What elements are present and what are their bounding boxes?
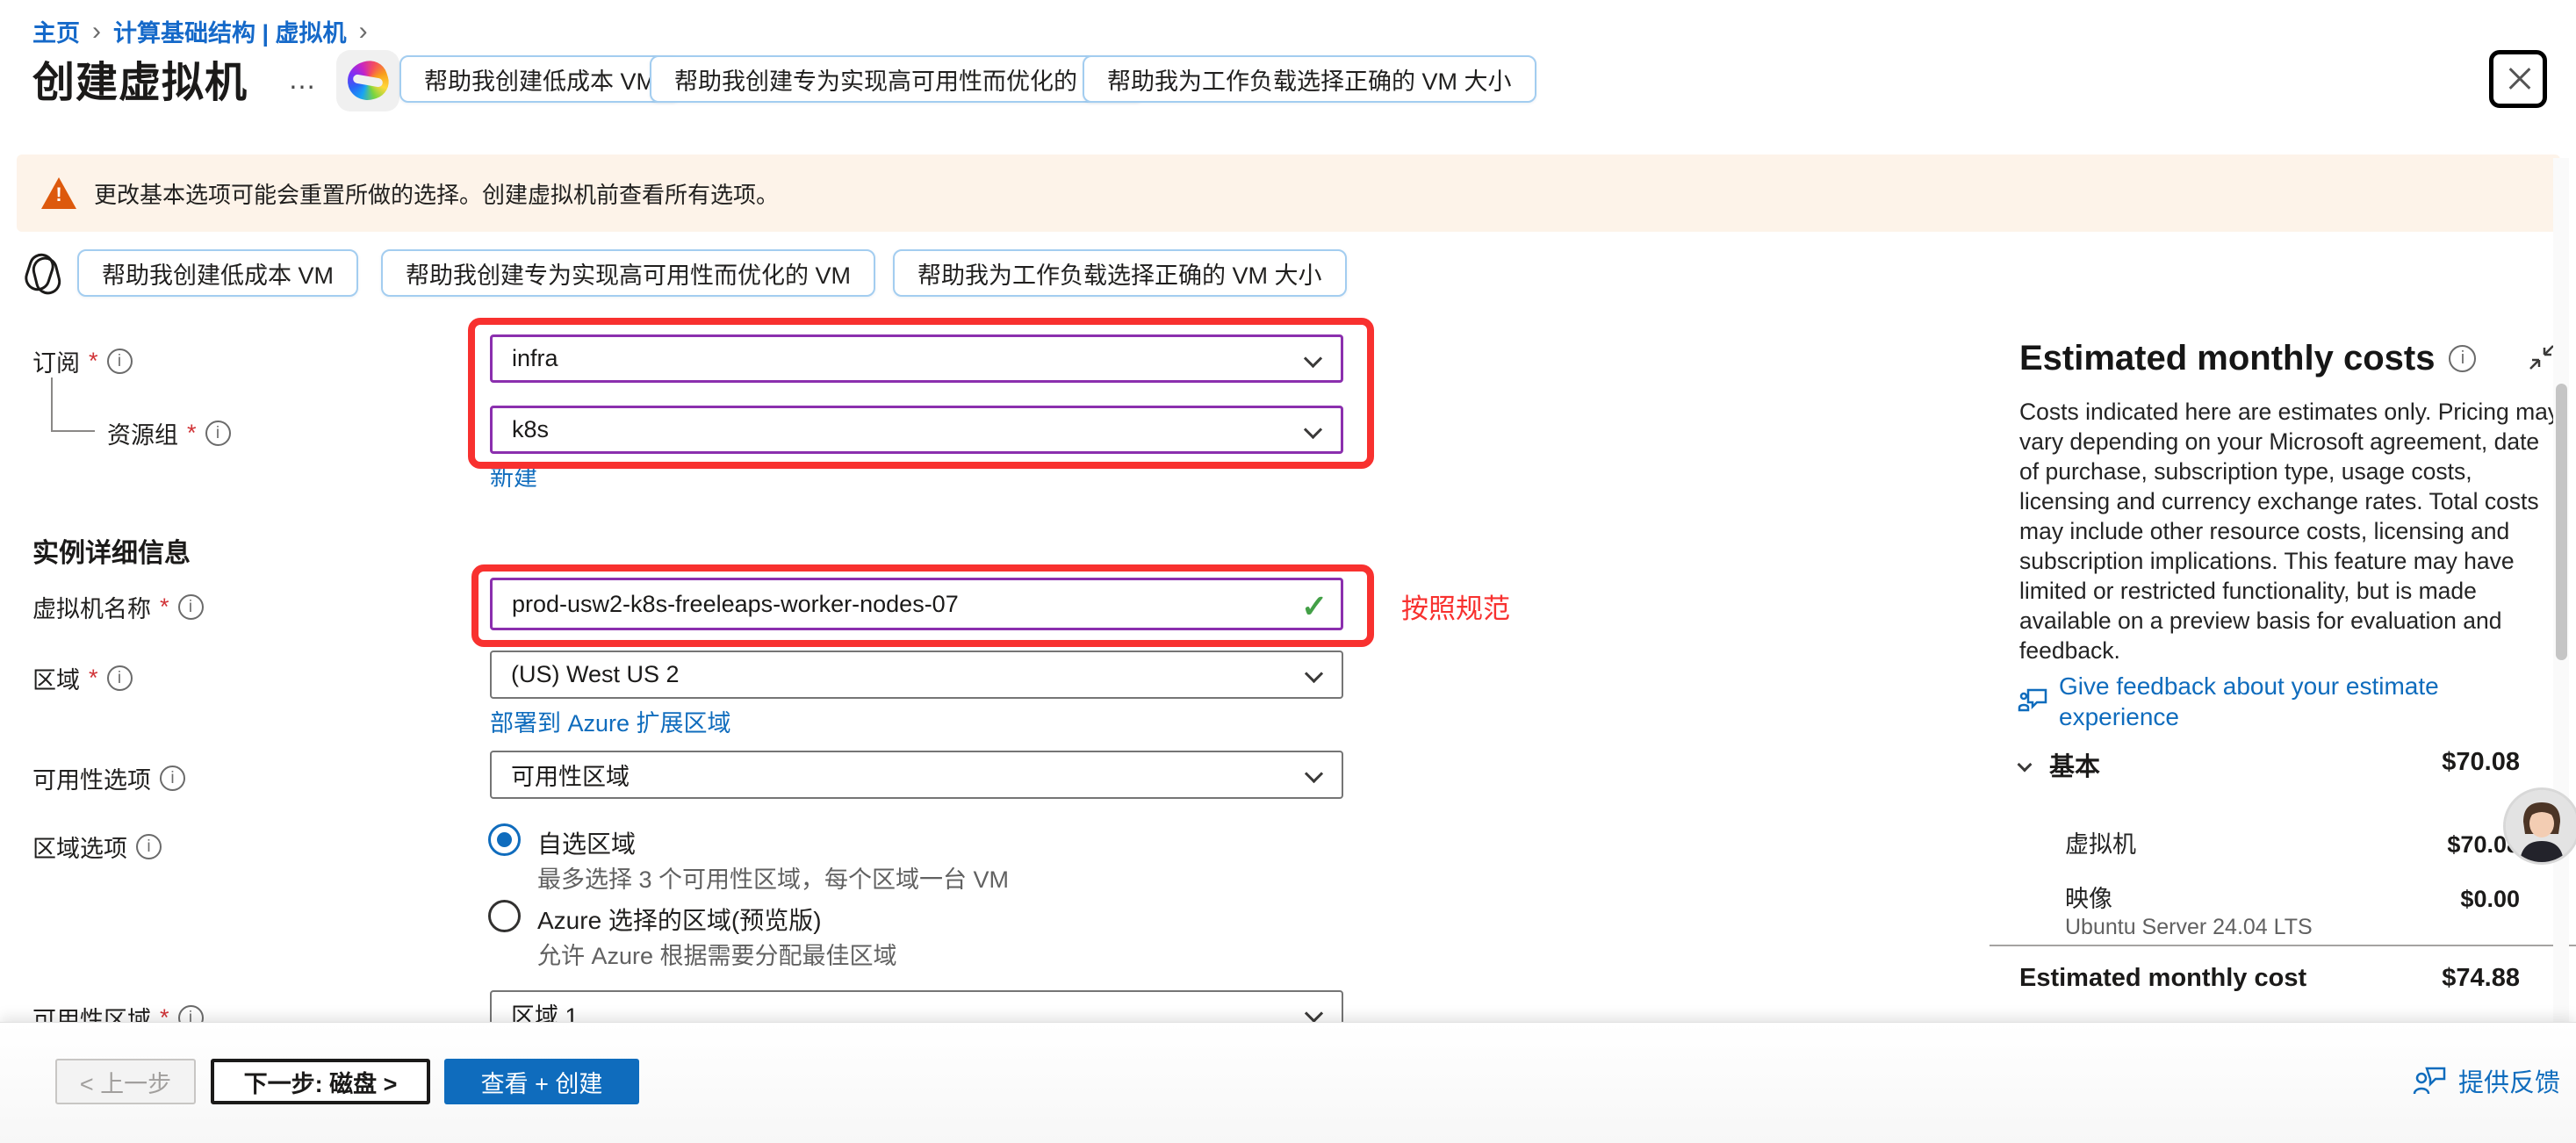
cost-group-label: 基本: [2049, 746, 2100, 783]
radio-azure-selected-zones-desc: 允许 Azure 根据需要分配最佳区域: [537, 937, 897, 971]
cost-group-amount: $70.08: [2442, 748, 2520, 777]
suggestion-low-cost-vm-button[interactable]: 帮助我创建低成本 VM: [399, 55, 680, 103]
availability-options-dropdown[interactable]: 可用性区域: [490, 751, 1343, 799]
info-icon[interactable]: i: [2449, 345, 2476, 372]
radio-self-selected-zones-desc: 最多选择 3 个可用性区域，每个区域一台 VM: [537, 860, 1009, 895]
create-vm-page: 主页 › 计算基础结构 | 虚拟机 › 创建虚拟机 … 帮助我创建低成本 VM …: [0, 0, 2576, 1143]
cost-item-label: 映像: [2065, 880, 2112, 914]
valid-check-icon: ✓: [1301, 588, 1328, 625]
resource-group-label: 资源组* i: [107, 416, 231, 450]
cost-group-row[interactable]: 基本 $70.08: [2019, 746, 2520, 783]
suggestion-right-size-button[interactable]: 帮助我为工作负载选择正确的 VM 大小: [1083, 55, 1536, 103]
review-create-button[interactable]: 查看 + 创建: [444, 1059, 639, 1104]
required-asterisk: *: [89, 348, 98, 375]
region-label: 区域* i: [32, 661, 133, 695]
cost-total-row: Estimated monthly cost $74.88: [2019, 964, 2520, 993]
required-asterisk: *: [187, 420, 197, 447]
cost-item-row: 映像 $0.00: [2065, 880, 2520, 914]
copilot-button[interactable]: [336, 50, 399, 111]
required-asterisk: *: [89, 665, 98, 692]
info-icon[interactable]: i: [178, 594, 204, 620]
scrollbar-thumb[interactable]: [2556, 384, 2567, 660]
cost-total-label: Estimated monthly cost: [2019, 964, 2306, 993]
availability-options-label: 可用性选项 i: [32, 761, 185, 795]
info-icon[interactable]: i: [205, 421, 231, 446]
breadcrumb-link-compute-vm[interactable]: 计算基础结构 | 虚拟机: [113, 14, 347, 48]
zone-options-label: 区域选项 i: [32, 830, 162, 864]
cost-panel-title: Estimated monthly costs i: [2019, 339, 2476, 378]
region-dropdown[interactable]: (US) West US 2: [490, 651, 1343, 699]
person-feedback-icon: [2413, 1065, 2446, 1096]
give-feedback-link[interactable]: 提供反馈: [2413, 1062, 2560, 1099]
warning-banner: ! 更改基本选项可能会重置所做的选择。创建虚拟机前查看所有选项。: [17, 155, 2560, 232]
next-step-disks-button[interactable]: 下一步: 磁盘 >: [211, 1059, 430, 1104]
warning-banner-text: 更改基本选项可能会重置所做的选择。创建虚拟机前查看所有选项。: [94, 177, 779, 210]
info-icon[interactable]: i: [160, 766, 185, 791]
vm-name-input[interactable]: [490, 578, 1343, 630]
info-icon[interactable]: i: [136, 834, 162, 859]
breadcrumb: 主页 › 计算基础结构 | 虚拟机 ›: [32, 14, 368, 48]
suggestion-low-cost-vm-button-2[interactable]: 帮助我创建低成本 VM: [77, 249, 358, 297]
cost-item-sub-label: Ubuntu Server 24.04 LTS: [2065, 915, 2313, 940]
cost-item-amount: $0.00: [2460, 886, 2520, 913]
cost-item-label: 虚拟机: [2065, 825, 2136, 859]
page-title: 创建虚拟机: [32, 47, 248, 109]
chevron-down-icon: [2018, 758, 2033, 773]
breadcrumb-link-home[interactable]: 主页: [32, 14, 80, 48]
feedback-bubbles-icon: [2016, 683, 2051, 722]
radio-azure-selected-zones-label[interactable]: Azure 选择的区域(预览版): [537, 902, 822, 937]
resource-group-dropdown[interactable]: k8s: [490, 406, 1343, 454]
chevron-down-icon: [1305, 665, 1323, 683]
suggestion-high-availability-button-2[interactable]: 帮助我创建专为实现高可用性而优化的 VM: [381, 249, 875, 297]
extended-zone-link[interactable]: 部署到 Azure 扩展区域: [490, 704, 731, 738]
vm-name-label: 虚拟机名称* i: [32, 590, 204, 624]
annotation-text: 按照规范: [1401, 586, 1510, 626]
assistant-avatar[interactable]: [2503, 787, 2576, 865]
collapse-panel-icon[interactable]: [2527, 342, 2557, 377]
more-options-button[interactable]: …: [288, 63, 319, 96]
create-new-resource-group-link[interactable]: 新建: [490, 458, 537, 492]
cost-total-amount: $74.88: [2442, 964, 2520, 993]
estimate-feedback-link[interactable]: Give feedback about your estimate experi…: [2059, 671, 2559, 732]
subscription-dropdown[interactable]: infra: [490, 334, 1343, 383]
suggestion-right-size-button-2[interactable]: 帮助我为工作负载选择正确的 VM 大小: [893, 249, 1347, 297]
breadcrumb-separator-icon: ›: [92, 17, 101, 47]
warning-icon: !: [41, 177, 76, 209]
chevron-down-icon: [1305, 1004, 1323, 1023]
hierarchy-connector-line: [51, 377, 95, 432]
cost-item-row: 虚拟机 $70.08: [2065, 825, 2520, 859]
instance-details-section-title: 实例详细信息: [32, 531, 191, 570]
copilot-outline-icon[interactable]: [23, 251, 63, 301]
previous-step-button[interactable]: < 上一步: [55, 1059, 196, 1104]
radio-self-selected-zones-label[interactable]: 自选区域: [537, 825, 636, 860]
suggestion-high-availability-button[interactable]: 帮助我创建专为实现高可用性而优化的 VM: [650, 55, 1144, 103]
chevron-down-icon: [1304, 349, 1322, 368]
cost-panel-description: Costs indicated here are estimates only.…: [2019, 397, 2564, 665]
required-asterisk: *: [160, 593, 169, 621]
info-icon[interactable]: i: [107, 349, 133, 374]
cost-panel-divider: [1990, 945, 2576, 946]
radio-azure-selected-zones[interactable]: [488, 900, 521, 932]
copilot-logo-icon: [342, 56, 392, 105]
subscription-label: 订阅* i: [32, 344, 133, 378]
radio-self-selected-zones[interactable]: [488, 823, 521, 856]
info-icon[interactable]: i: [107, 665, 133, 691]
close-button[interactable]: [2489, 50, 2547, 108]
chevron-down-icon: [1304, 421, 1322, 439]
chevron-down-icon: [1305, 765, 1323, 783]
breadcrumb-separator-icon: ›: [359, 17, 368, 47]
